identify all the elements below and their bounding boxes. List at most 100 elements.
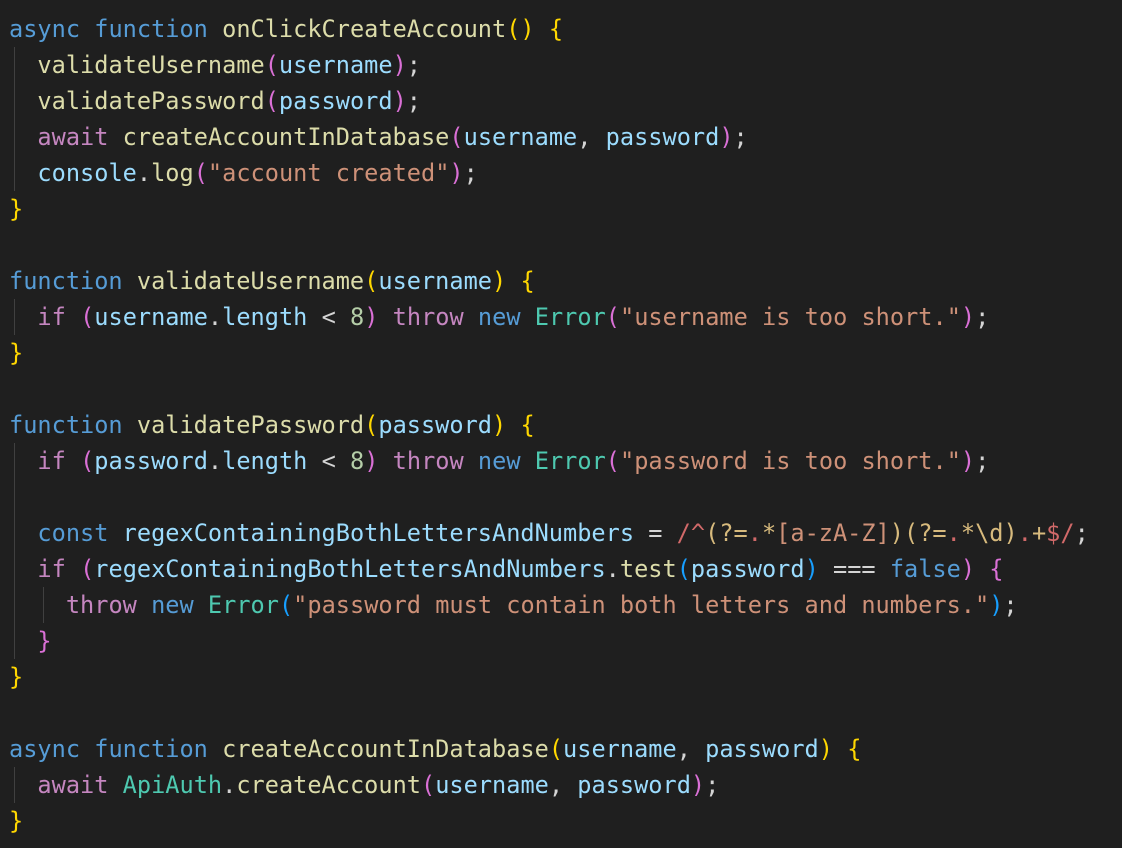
code-token-keyword: function: [9, 267, 123, 295]
code-token-bracket3: (: [676, 555, 691, 583]
code-token-plain: .: [136, 159, 152, 187]
code-token-string: "password is too short.": [620, 447, 961, 475]
code-line[interactable]: async function onClickCreateAccount() {: [9, 11, 1089, 47]
code-line[interactable]: }: [9, 659, 1089, 695]
code-line[interactable]: const regexContainingBothLettersAndNumbe…: [9, 515, 1088, 551]
code-token-regex-escape: \d: [975, 519, 1004, 547]
code-token-bracket1: (: [364, 411, 379, 439]
code-line[interactable]: if (username.length < 8) throw new Error…: [9, 299, 1089, 335]
code-line[interactable]: await ApiAuth.createAccount(username, pa…: [9, 767, 1089, 803]
code-line[interactable]: [9, 371, 1089, 407]
code-token-plain: ,: [676, 735, 706, 763]
code-token-keyword: function: [94, 15, 208, 43]
code-token-bracket1: ): [818, 735, 833, 763]
code-line[interactable]: function validateUsername(username) {: [9, 263, 1089, 299]
code-token-regex: /: [1060, 519, 1075, 547]
code-line[interactable]: function validatePassword(password) {: [9, 407, 1089, 443]
code-token-bracket2: (: [80, 447, 95, 475]
code-line[interactable]: }: [9, 191, 1089, 227]
code-token-class: ApiAuth: [122, 771, 223, 799]
code-token-bracket1: }: [9, 663, 24, 691]
code-line[interactable]: }: [9, 803, 1089, 839]
code-line[interactable]: if (regexContainingBothLettersAndNumbers…: [9, 551, 1089, 587]
code-token-keyword: new: [477, 447, 521, 475]
code-token-bracket2: ): [364, 447, 379, 475]
code-line[interactable]: [9, 695, 1089, 731]
code-block[interactable]: async function onClickCreateAccount() { …: [9, 11, 1089, 839]
code-line[interactable]: [9, 227, 1089, 263]
code-token-function: createAccountInDatabase: [222, 735, 549, 763]
code-token-plain: ;: [406, 87, 421, 115]
code-token-bracket1: }: [9, 807, 24, 835]
code-token-bracket1: ): [492, 411, 507, 439]
code-token-bracket3: ): [804, 555, 819, 583]
code-token-class: Error: [207, 591, 279, 619]
code-token-regex-escape: *: [761, 519, 777, 547]
code-token-plain: .: [207, 303, 223, 331]
code-token-control: if: [37, 303, 66, 331]
code-token-variable: password: [278, 87, 393, 115]
code-token-bracket2: ): [690, 771, 706, 799]
code-token-regex-escape: *: [960, 519, 976, 547]
code-token-function: validateUsername: [37, 51, 265, 79]
code-token-bracket3: ): [989, 591, 1004, 619]
code-token-plain: ;: [705, 771, 720, 799]
code-token-variable: length: [222, 447, 308, 475]
code-token-plain: .: [605, 555, 620, 583]
code-line[interactable]: await createAccountInDatabase(username, …: [9, 119, 1089, 155]
code-token-plain: ;: [463, 159, 478, 187]
code-token-keyword: new: [477, 303, 521, 331]
code-token-function: test: [619, 555, 677, 583]
code-token-variable: username: [563, 735, 677, 763]
code-line[interactable]: throw new Error("password must contain b…: [9, 587, 1089, 623]
code-line[interactable]: }: [9, 623, 1089, 659]
code-token-bracket1: {: [847, 735, 862, 763]
code-token-control: if: [37, 555, 66, 583]
code-token-string: "account created": [207, 159, 450, 187]
code-token-regex: /^: [676, 519, 706, 547]
code-line[interactable]: console.log("account created");: [9, 155, 1089, 191]
code-token-keyword: function: [9, 411, 123, 439]
code-line[interactable]: validateUsername(username);: [9, 47, 1089, 83]
code-token-bracket1: (): [506, 15, 535, 43]
code-token-variable: username: [378, 267, 492, 295]
code-token-variable: password: [705, 735, 819, 763]
code-token-bracket2: (: [80, 303, 95, 331]
code-token-regex: .: [946, 519, 961, 547]
code-token-bracket2: ): [719, 123, 734, 151]
code-line[interactable]: [9, 479, 1089, 515]
code-token-plain: ,: [577, 123, 606, 151]
code-token-bracket2: (: [264, 87, 279, 115]
code-token-function: validatePassword: [136, 411, 365, 439]
code-token-bracket2: (: [605, 303, 620, 331]
code-line[interactable]: validatePassword(password);: [9, 83, 1089, 119]
code-line[interactable]: async function createAccountInDatabase(u…: [9, 731, 1089, 767]
code-editor[interactable]: async function onClickCreateAccount() { …: [0, 0, 1122, 848]
code-token-bracket2: ): [392, 87, 407, 115]
code-token-control: throw: [392, 303, 464, 331]
code-token-variable: length: [222, 303, 308, 331]
code-line[interactable]: }: [9, 335, 1089, 371]
code-token-regex-class: [a-zA-Z]: [776, 519, 890, 547]
code-line[interactable]: if (password.length < 8) throw new Error…: [9, 443, 1089, 479]
code-token-plain: ;: [1003, 591, 1018, 619]
code-token-bracket2: (: [605, 447, 620, 475]
indent-guide: [14, 299, 15, 335]
code-token-variable: password: [690, 555, 805, 583]
code-token-regex: .: [747, 519, 762, 547]
